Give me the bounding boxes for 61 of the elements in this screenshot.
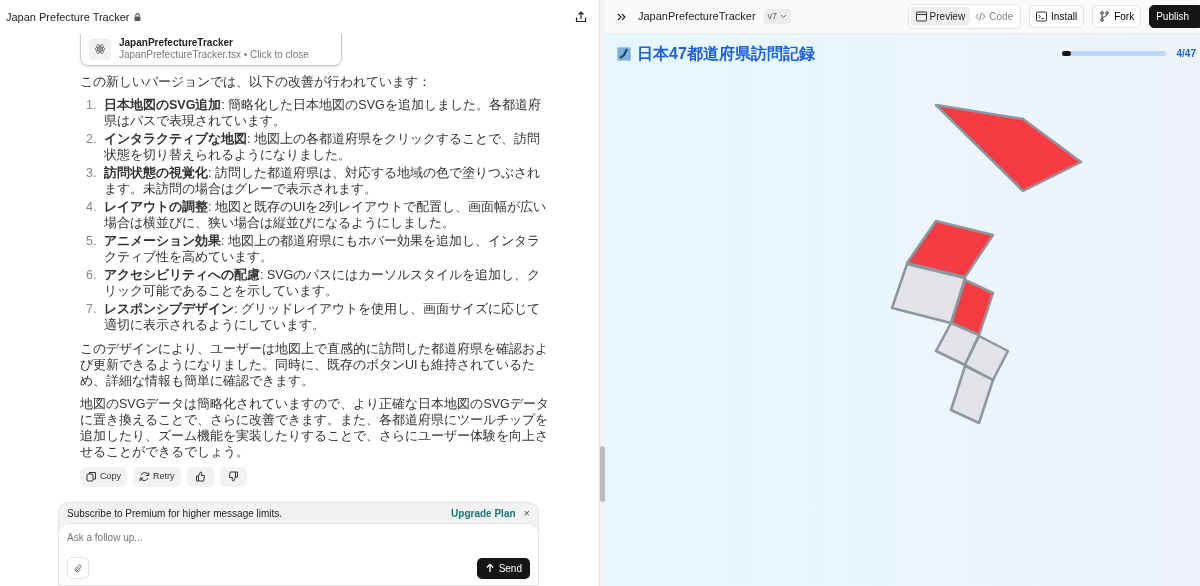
chevron-down-icon [779, 13, 787, 20]
list-number: 3. [86, 165, 98, 182]
copy-button[interactable]: Copy [80, 467, 127, 487]
upgrade-link[interactable]: Upgrade Plan [451, 505, 516, 521]
map-icon [617, 46, 631, 61]
list-item-text: インタラクティブな地図: 地図上の各都道府県をクリックすることで、訪問状態を切り替えられるようになりました。 [104, 131, 541, 163]
thumbs-down-button[interactable] [219, 467, 247, 487]
paragraph: 地図のSVGデータは簡略化されていますので、より正確な日本地図のSVGデータに置き換えることで、さらに改善できます。また、各都道府県にツールチップを追加したり、ズーム機能を実装したりすることで、さらにユーザー体験を向上させることができるでしょう。 [80, 396, 549, 460]
project-title: JapanPrefectureTracker [638, 9, 756, 25]
window-icon [915, 11, 927, 22]
prefecture-shape[interactable] [949, 364, 995, 425]
thumbs-down-icon [227, 471, 239, 483]
list-item-text: アニメーション効果: 地図上の都道府県にもホバー効果を追加し、インタラクティブ性を高めています。 [104, 233, 541, 265]
fork-icon [1099, 11, 1111, 22]
artifact-subtitle: JapanPrefectureTracker.tsx • Click to close [119, 49, 309, 61]
close-button[interactable]: × [523, 504, 530, 522]
app-heading: 日本47都道府県訪問記録 [637, 44, 815, 64]
terminal-icon [1036, 11, 1048, 22]
code-icon [975, 11, 987, 22]
chat-title: Japan Prefecture Tracker [6, 9, 130, 25]
arrow-up-icon [484, 563, 495, 573]
attach-button[interactable] [67, 557, 89, 579]
banner-text: Subscribe to Premium for higher message limits. [67, 506, 283, 521]
thumbs-up-button[interactable] [186, 467, 214, 487]
intro-text: この新しいバージョンでは、以下の改善が行われています： [80, 74, 432, 90]
prefecture-shape[interactable] [934, 103, 1083, 193]
list-number: 6. [86, 267, 98, 284]
paragraph: このデザインにより、ユーザーは地図上で直感的に訪問した都道府県を確認および更新できるようになりました。同時に、既存のボタンUIも維持されているため、詳細な情報も簡単に確認できます。 [80, 341, 549, 389]
prefecture-shape[interactable] [934, 321, 981, 367]
share-icon[interactable] [575, 11, 587, 23]
list-item-text: レスポンシブデザイン: グリッドレイアウトを使用し、画面サイズに応じて適切に表示されるようにしています。 [104, 301, 541, 333]
artifact-title: JapanPrefectureTracker [119, 37, 234, 49]
progress-reading: 4/47 [1175, 47, 1197, 62]
list-number: 1. [86, 97, 98, 114]
copy-icon [86, 471, 97, 483]
refresh-icon [139, 471, 150, 483]
fork-button[interactable]: Fork [1092, 5, 1142, 28]
list-item-text: 訪問状態の視覚化: 訪問した都道府県は、対応する地域の色で塗りつぶされます。未訪問の場合はグレーで表示されます。 [104, 165, 541, 197]
retry-button[interactable]: Retry [133, 467, 181, 487]
list-number: 2. [86, 131, 98, 148]
tab[interactable]: Code [970, 7, 1019, 26]
prefecture-shape[interactable] [949, 278, 995, 337]
prefecture-shape[interactable] [963, 334, 1010, 382]
send-button[interactable]: Send [476, 557, 530, 579]
list-number: 5. [86, 233, 98, 250]
thumbs-up-icon [194, 471, 206, 483]
install-button[interactable]: Install [1029, 5, 1085, 28]
version-dropdown[interactable]: v7 [763, 8, 791, 25]
list-number: 4. [86, 199, 98, 216]
list-item-text: レイアウトの調整: 地図と既存のUIを2列レイアウトで配置し、画面幅が広い場合は横並びに、狭い場合は縦並びになるようにしました。 [104, 199, 548, 231]
tab[interactable]: Preview [910, 7, 971, 26]
list-number: 7. [86, 301, 98, 318]
publish-button[interactable]: Publish [1149, 5, 1200, 28]
expand-icon [617, 12, 626, 21]
paperclip-icon [74, 562, 82, 574]
prefecture-shape[interactable] [905, 219, 995, 279]
list-item-text: 日本地図のSVG追加: 簡略化した日本地図のSVGを追加しました。各都道府県はパスで表現されています。 [104, 97, 542, 129]
artifact-card[interactable]: JapanPrefectureTracker JapanPrefectureTracker.tsx • Click to close [80, 34, 342, 66]
list-item-text: アクセシビリティへの配慮: SVGのパスにはカーソルスタイルを追加し、クリック可能であることを示しています。 [104, 267, 542, 299]
lock-icon [133, 13, 141, 21]
atom-icon [94, 43, 106, 55]
